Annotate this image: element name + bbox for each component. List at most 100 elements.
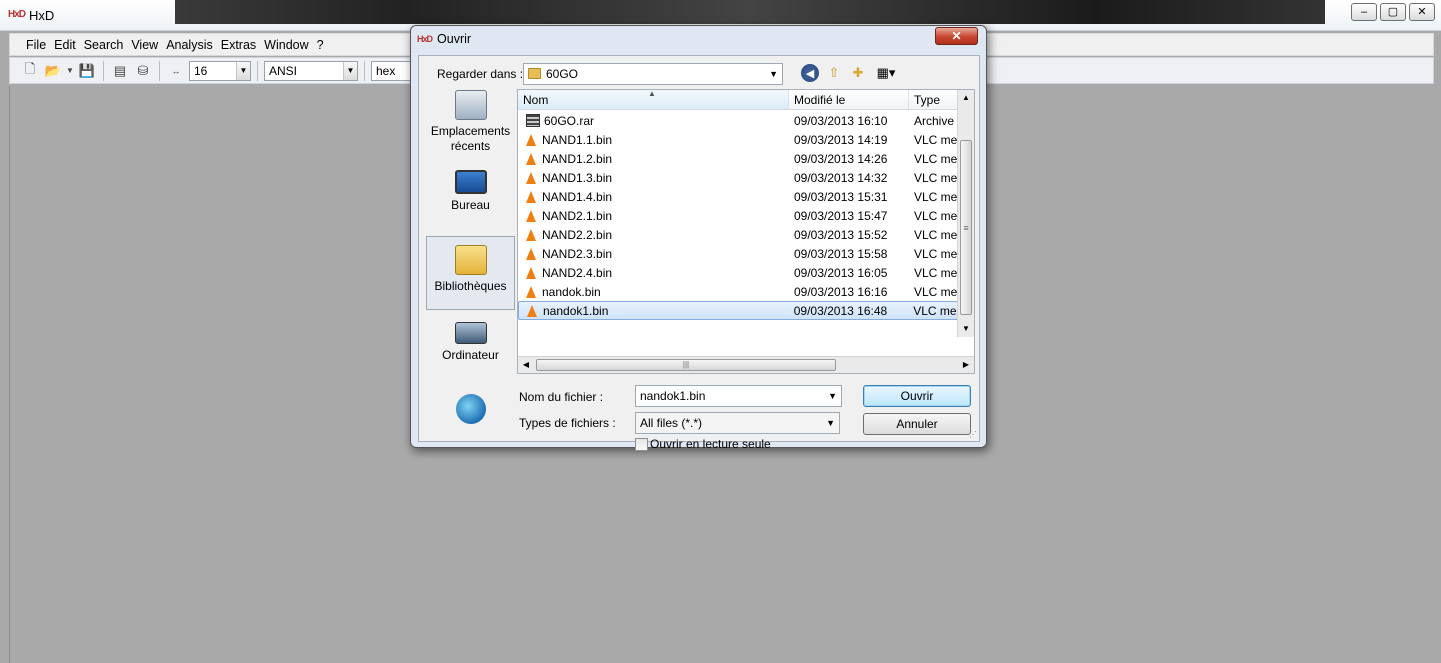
menu-view[interactable]: View bbox=[127, 38, 162, 52]
window-controls: – ▢ ✕ bbox=[1351, 3, 1435, 21]
file-row[interactable]: 60GO.rar 09/03/2013 16:10 Archive bbox=[518, 111, 958, 130]
save-icon[interactable]: 💾 bbox=[77, 61, 97, 81]
menu-extras[interactable]: Extras bbox=[217, 38, 260, 52]
scroll-down-icon[interactable]: ▼ bbox=[958, 321, 974, 337]
vlc-file-icon bbox=[526, 285, 536, 298]
resize-grip-icon[interactable]: ⋰ bbox=[969, 430, 977, 439]
file-name-text: NAND1.2.bin bbox=[542, 151, 613, 166]
chevron-down-icon: ▼ bbox=[769, 69, 778, 79]
file-name-text: NAND2.1.bin bbox=[542, 208, 613, 223]
dropdown-arrow-icon[interactable]: ▼ bbox=[66, 61, 74, 81]
bytes-per-row-select[interactable]: 16 ▼ bbox=[189, 60, 251, 81]
vlc-file-icon bbox=[526, 171, 536, 184]
place-computer[interactable]: Ordinateur bbox=[426, 322, 515, 363]
toolbar-separator bbox=[364, 60, 365, 81]
disk-icon[interactable]: ⛁ bbox=[133, 61, 153, 81]
dialog-close-button[interactable]: ✕ bbox=[935, 27, 978, 45]
up-folder-icon[interactable]: ⇧ bbox=[825, 64, 843, 82]
back-icon[interactable]: ◀ bbox=[801, 64, 819, 82]
look-in-select[interactable]: 60GO ▼ bbox=[523, 63, 783, 85]
file-row[interactable]: NAND2.3.bin 09/03/2013 15:58 VLC med bbox=[518, 244, 958, 263]
menu-help[interactable]: ? bbox=[313, 38, 328, 52]
file-type-cell: VLC med bbox=[914, 132, 958, 147]
open-button[interactable]: Ouvrir bbox=[863, 385, 971, 407]
column-header-label: Modifié le bbox=[794, 93, 846, 107]
column-header-name[interactable]: ▲ Nom bbox=[518, 90, 789, 109]
place-network[interactable]: Ré bbox=[426, 394, 515, 430]
scroll-thumb[interactable]: ||| bbox=[536, 359, 836, 371]
vlc-file-icon bbox=[526, 209, 536, 222]
column-header-modified[interactable]: Modifié le bbox=[789, 90, 909, 109]
file-name-cell: NAND2.4.bin bbox=[518, 266, 789, 280]
column-header-label: Nom bbox=[523, 93, 549, 107]
file-modified-cell: 09/03/2013 16:16 bbox=[794, 284, 888, 299]
file-name-text: NAND1.1.bin bbox=[542, 132, 613, 147]
new-file-icon[interactable]: 🗋 bbox=[20, 61, 40, 81]
column-header-type[interactable]: Type bbox=[909, 90, 958, 109]
toolbar-separator bbox=[159, 60, 160, 81]
view-menu-icon[interactable]: ▦▾ bbox=[873, 64, 899, 82]
file-name-cell: NAND2.2.bin bbox=[518, 228, 789, 242]
place-libraries[interactable]: Bibliothèques bbox=[426, 236, 515, 310]
vlc-file-icon bbox=[526, 152, 536, 165]
background-strip bbox=[175, 0, 1325, 24]
file-row[interactable]: NAND1.3.bin 09/03/2013 14:32 VLC med bbox=[518, 168, 958, 187]
file-types-label: Types de fichiers : bbox=[519, 416, 616, 430]
file-row[interactable]: NAND1.2.bin 09/03/2013 14:26 VLC med bbox=[518, 149, 958, 168]
file-name-text: NAND2.2.bin bbox=[542, 227, 613, 242]
chevron-down-icon: ▼ bbox=[828, 391, 837, 401]
new-folder-icon[interactable]: ✚ bbox=[849, 64, 867, 82]
place-desktop[interactable]: Bureau bbox=[426, 170, 515, 213]
file-row[interactable]: NAND1.4.bin 09/03/2013 15:31 VLC med bbox=[518, 187, 958, 206]
file-type-cell: VLC med bbox=[914, 189, 958, 204]
readonly-checkbox[interactable] bbox=[635, 438, 648, 451]
cancel-button[interactable]: Annuler bbox=[863, 413, 971, 435]
file-modified-cell: 09/03/2013 15:47 bbox=[794, 208, 888, 223]
look-in-value: 60GO bbox=[546, 67, 579, 81]
dialog-title-bar: HxD Ouvrir bbox=[417, 32, 471, 46]
ram-icon[interactable]: ▤ bbox=[110, 61, 130, 81]
file-row[interactable]: NAND2.1.bin 09/03/2013 15:47 VLC med bbox=[518, 206, 958, 225]
file-type-cell: VLC med bbox=[913, 303, 957, 318]
libraries-icon bbox=[454, 245, 487, 275]
rar-archive-icon bbox=[526, 114, 540, 127]
open-folder-icon[interactable]: 📂 bbox=[43, 61, 63, 81]
file-row[interactable]: nandok.bin 09/03/2013 16:16 VLC med bbox=[518, 282, 958, 301]
file-name-cell: NAND2.3.bin bbox=[518, 247, 789, 261]
minimize-button[interactable]: – bbox=[1351, 3, 1377, 21]
menu-analysis[interactable]: Analysis bbox=[162, 38, 217, 52]
vlc-file-icon bbox=[526, 247, 536, 260]
file-name-text: nandok1.bin bbox=[543, 303, 609, 318]
menu-window[interactable]: Window bbox=[260, 38, 312, 52]
toolbar-separator bbox=[257, 60, 258, 81]
maximize-button[interactable]: ▢ bbox=[1380, 3, 1406, 21]
scroll-right-icon[interactable]: ▶ bbox=[958, 357, 974, 373]
charset-select[interactable]: ANSI ▼ bbox=[264, 60, 358, 81]
bytes-per-row-icon: ↔ bbox=[171, 65, 181, 76]
toolbar-separator bbox=[103, 60, 104, 81]
file-name-input[interactable]: nandok1.bin ▼ bbox=[635, 385, 842, 407]
file-row[interactable]: NAND2.2.bin 09/03/2013 15:52 VLC med bbox=[518, 225, 958, 244]
charset-value: ANSI bbox=[269, 63, 298, 78]
file-types-select[interactable]: All files (*.*) ▼ bbox=[635, 412, 840, 434]
horizontal-scrollbar[interactable]: ◀ ||| ▶ bbox=[518, 356, 974, 373]
scroll-up-icon[interactable]: ▲ bbox=[958, 90, 974, 106]
place-recent[interactable]: Emplacements récents bbox=[426, 90, 515, 154]
place-label: Bibliothèques bbox=[434, 279, 507, 293]
menu-search[interactable]: Search bbox=[80, 38, 128, 52]
place-label: Emplacements récents bbox=[430, 124, 511, 153]
vlc-file-icon bbox=[526, 266, 536, 279]
place-label: Ordinateur bbox=[442, 348, 499, 362]
menu-file[interactable]: File bbox=[22, 38, 50, 52]
file-row[interactable]: NAND2.4.bin 09/03/2013 16:05 VLC med bbox=[518, 263, 958, 282]
vertical-scrollbar[interactable]: ▲ ≡ ▼ bbox=[957, 90, 974, 337]
close-button[interactable]: ✕ bbox=[1409, 3, 1435, 21]
folder-icon bbox=[528, 68, 541, 79]
file-modified-cell: 09/03/2013 14:32 bbox=[794, 170, 888, 185]
file-row[interactable]: NAND1.1.bin 09/03/2013 14:19 VLC med bbox=[518, 130, 958, 149]
scroll-thumb[interactable]: ≡ bbox=[960, 140, 972, 315]
file-modified-cell: 09/03/2013 15:31 bbox=[794, 189, 888, 204]
scroll-left-icon[interactable]: ◀ bbox=[518, 357, 534, 373]
file-row[interactable]: nandok1.bin 09/03/2013 16:48 VLC med bbox=[518, 301, 958, 320]
menu-edit[interactable]: Edit bbox=[50, 38, 80, 52]
